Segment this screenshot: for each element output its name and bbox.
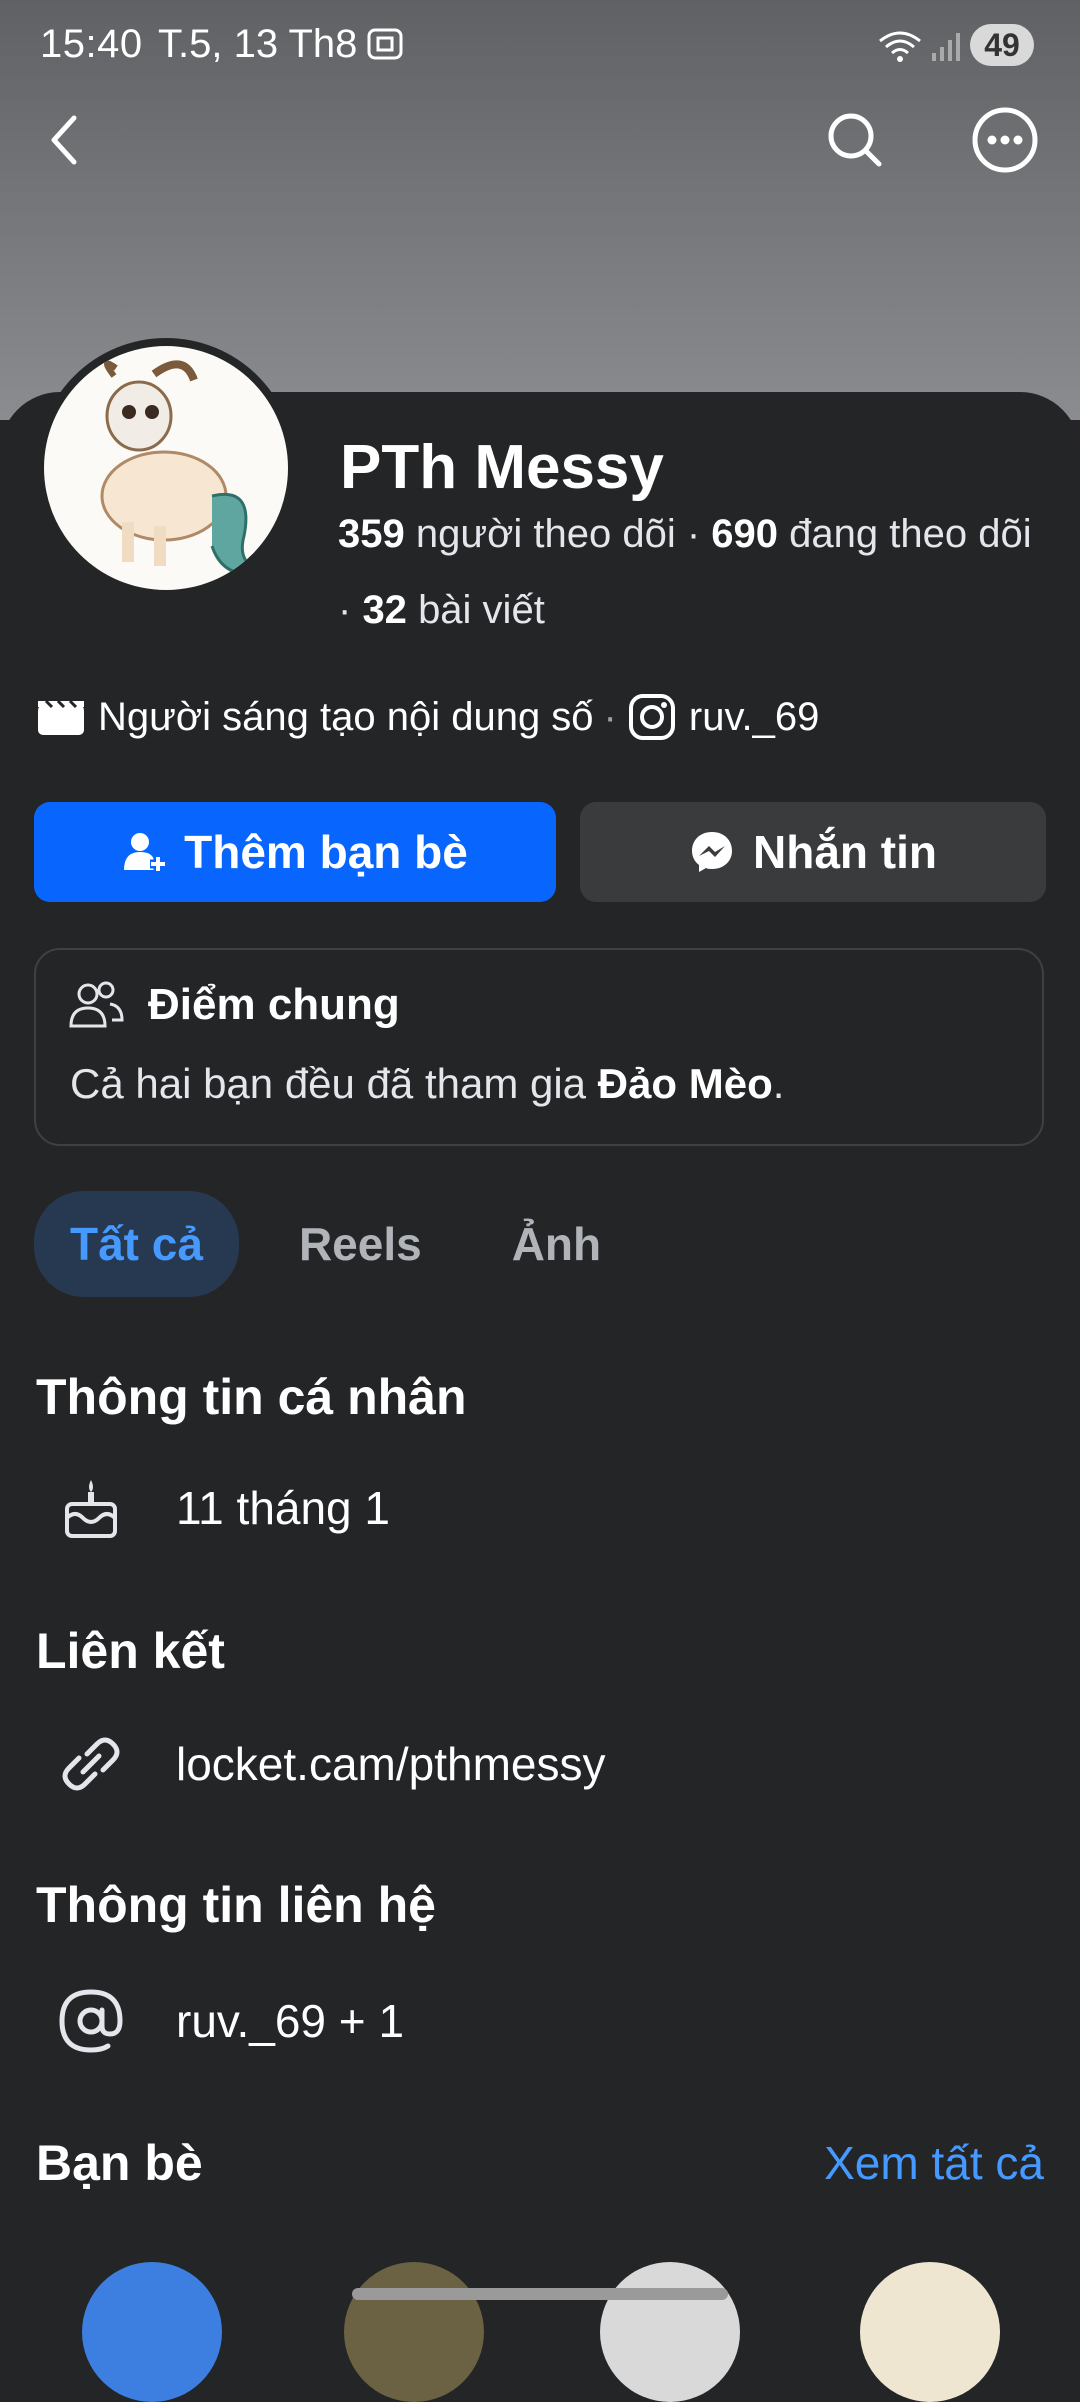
birthday-value: 11 tháng 1 xyxy=(176,1482,391,1534)
more-icon xyxy=(972,107,1038,173)
battery-indicator: 49 xyxy=(970,24,1034,66)
more-options-button[interactable] xyxy=(965,100,1045,180)
at-sign-icon xyxy=(56,1988,126,2054)
avatar[interactable] xyxy=(36,338,296,598)
posts-stats: · 32 bài viết xyxy=(338,588,545,633)
tab-all[interactable]: Tất cả xyxy=(34,1191,239,1297)
friend-avatar[interactable] xyxy=(344,2262,484,2402)
contact-heading: Thông tin liên hệ xyxy=(36,1877,436,1933)
mutual-desc-suffix: . xyxy=(772,1060,785,1107)
add-friend-button[interactable]: Thêm bạn bè xyxy=(34,802,556,902)
creator-label: Người sáng tạo nội dung số xyxy=(98,694,594,739)
followers-count[interactable]: 359 xyxy=(338,512,405,556)
separator-dot: · xyxy=(686,512,712,556)
status-bar: 15:40 T.5, 13 Th8 49 xyxy=(0,0,1080,90)
mutual-desc-text: Cả hai bạn đều đã tham gia xyxy=(70,1060,598,1107)
mutual-title: Điểm chung xyxy=(148,980,400,1029)
separator-dot: · xyxy=(603,694,617,739)
following-count[interactable]: 690 xyxy=(711,512,778,556)
friends-heading: Bạn bè xyxy=(36,2135,203,2191)
home-indicator[interactable] xyxy=(352,2288,728,2300)
instagram-icon xyxy=(628,694,675,740)
chevron-left-icon xyxy=(51,115,77,165)
screenshot-icon xyxy=(366,26,404,71)
link-icon xyxy=(56,1732,126,1796)
mutual-description: Cả hai bạn đều đã tham gia Đảo Mèo. xyxy=(70,1060,784,1108)
signal-icon xyxy=(930,28,962,73)
contact-value[interactable]: ruv._69 + 1 xyxy=(176,1994,404,2048)
people-icon xyxy=(68,980,124,1037)
creator-info: Người sáng tạo nội dung số · ruv._69 xyxy=(36,692,819,742)
see-all-friends-link[interactable]: Xem tất cả xyxy=(824,2136,1044,2190)
instagram-handle[interactable]: ruv._69 xyxy=(689,695,819,740)
tab-reels[interactable]: Reels xyxy=(299,1217,422,1271)
tab-photos[interactable]: Ảnh xyxy=(512,1217,601,1271)
link-row[interactable]: locket.cam/pthmessy xyxy=(56,1732,605,1796)
profile-tabs: Tất cả Reels Ảnh xyxy=(34,1191,691,1297)
wifi-icon xyxy=(878,28,922,73)
friend-avatar[interactable] xyxy=(600,2262,740,2402)
separator-dot: · xyxy=(338,588,363,632)
add-friend-label: Thêm bạn bè xyxy=(184,826,468,878)
message-label: Nhắn tin xyxy=(753,826,937,878)
back-button[interactable] xyxy=(30,100,110,180)
mutual-group-name[interactable]: Đảo Mèo xyxy=(598,1060,773,1107)
status-date: T.5, 13 Th8 xyxy=(158,22,358,66)
message-button[interactable]: Nhắn tin xyxy=(580,802,1046,902)
profile-name: PTh Messy xyxy=(340,433,664,502)
link-value[interactable]: locket.cam/pthmessy xyxy=(176,1737,605,1791)
status-time: 15:40 xyxy=(40,22,143,66)
messenger-icon xyxy=(692,832,732,872)
add-friend-icon xyxy=(124,833,167,872)
avatar-image xyxy=(44,346,288,590)
contact-row[interactable]: ruv._69 + 1 xyxy=(56,1988,404,2054)
following-label[interactable]: đang theo dõi xyxy=(789,512,1031,556)
profile-stats: 359 người theo dõi · 690 đang theo dõi xyxy=(338,512,1032,557)
search-button[interactable] xyxy=(815,100,895,180)
birthday-row: 11 tháng 1 xyxy=(56,1476,390,1540)
followers-label[interactable]: người theo dõi xyxy=(416,512,676,556)
mutual-info-card[interactable]: Điểm chung Cả hai bạn đều đã tham gia Đả… xyxy=(34,948,1044,1146)
search-icon xyxy=(828,113,882,167)
posts-count: 32 xyxy=(362,588,407,632)
friend-avatar[interactable] xyxy=(860,2262,1000,2402)
posts-label: bài viết xyxy=(418,588,545,632)
clapperboard-icon xyxy=(38,699,84,735)
personal-info-heading: Thông tin cá nhân xyxy=(36,1369,467,1425)
friend-avatar[interactable] xyxy=(82,2262,222,2402)
links-heading: Liên kết xyxy=(36,1623,225,1679)
birthday-cake-icon xyxy=(56,1476,126,1540)
